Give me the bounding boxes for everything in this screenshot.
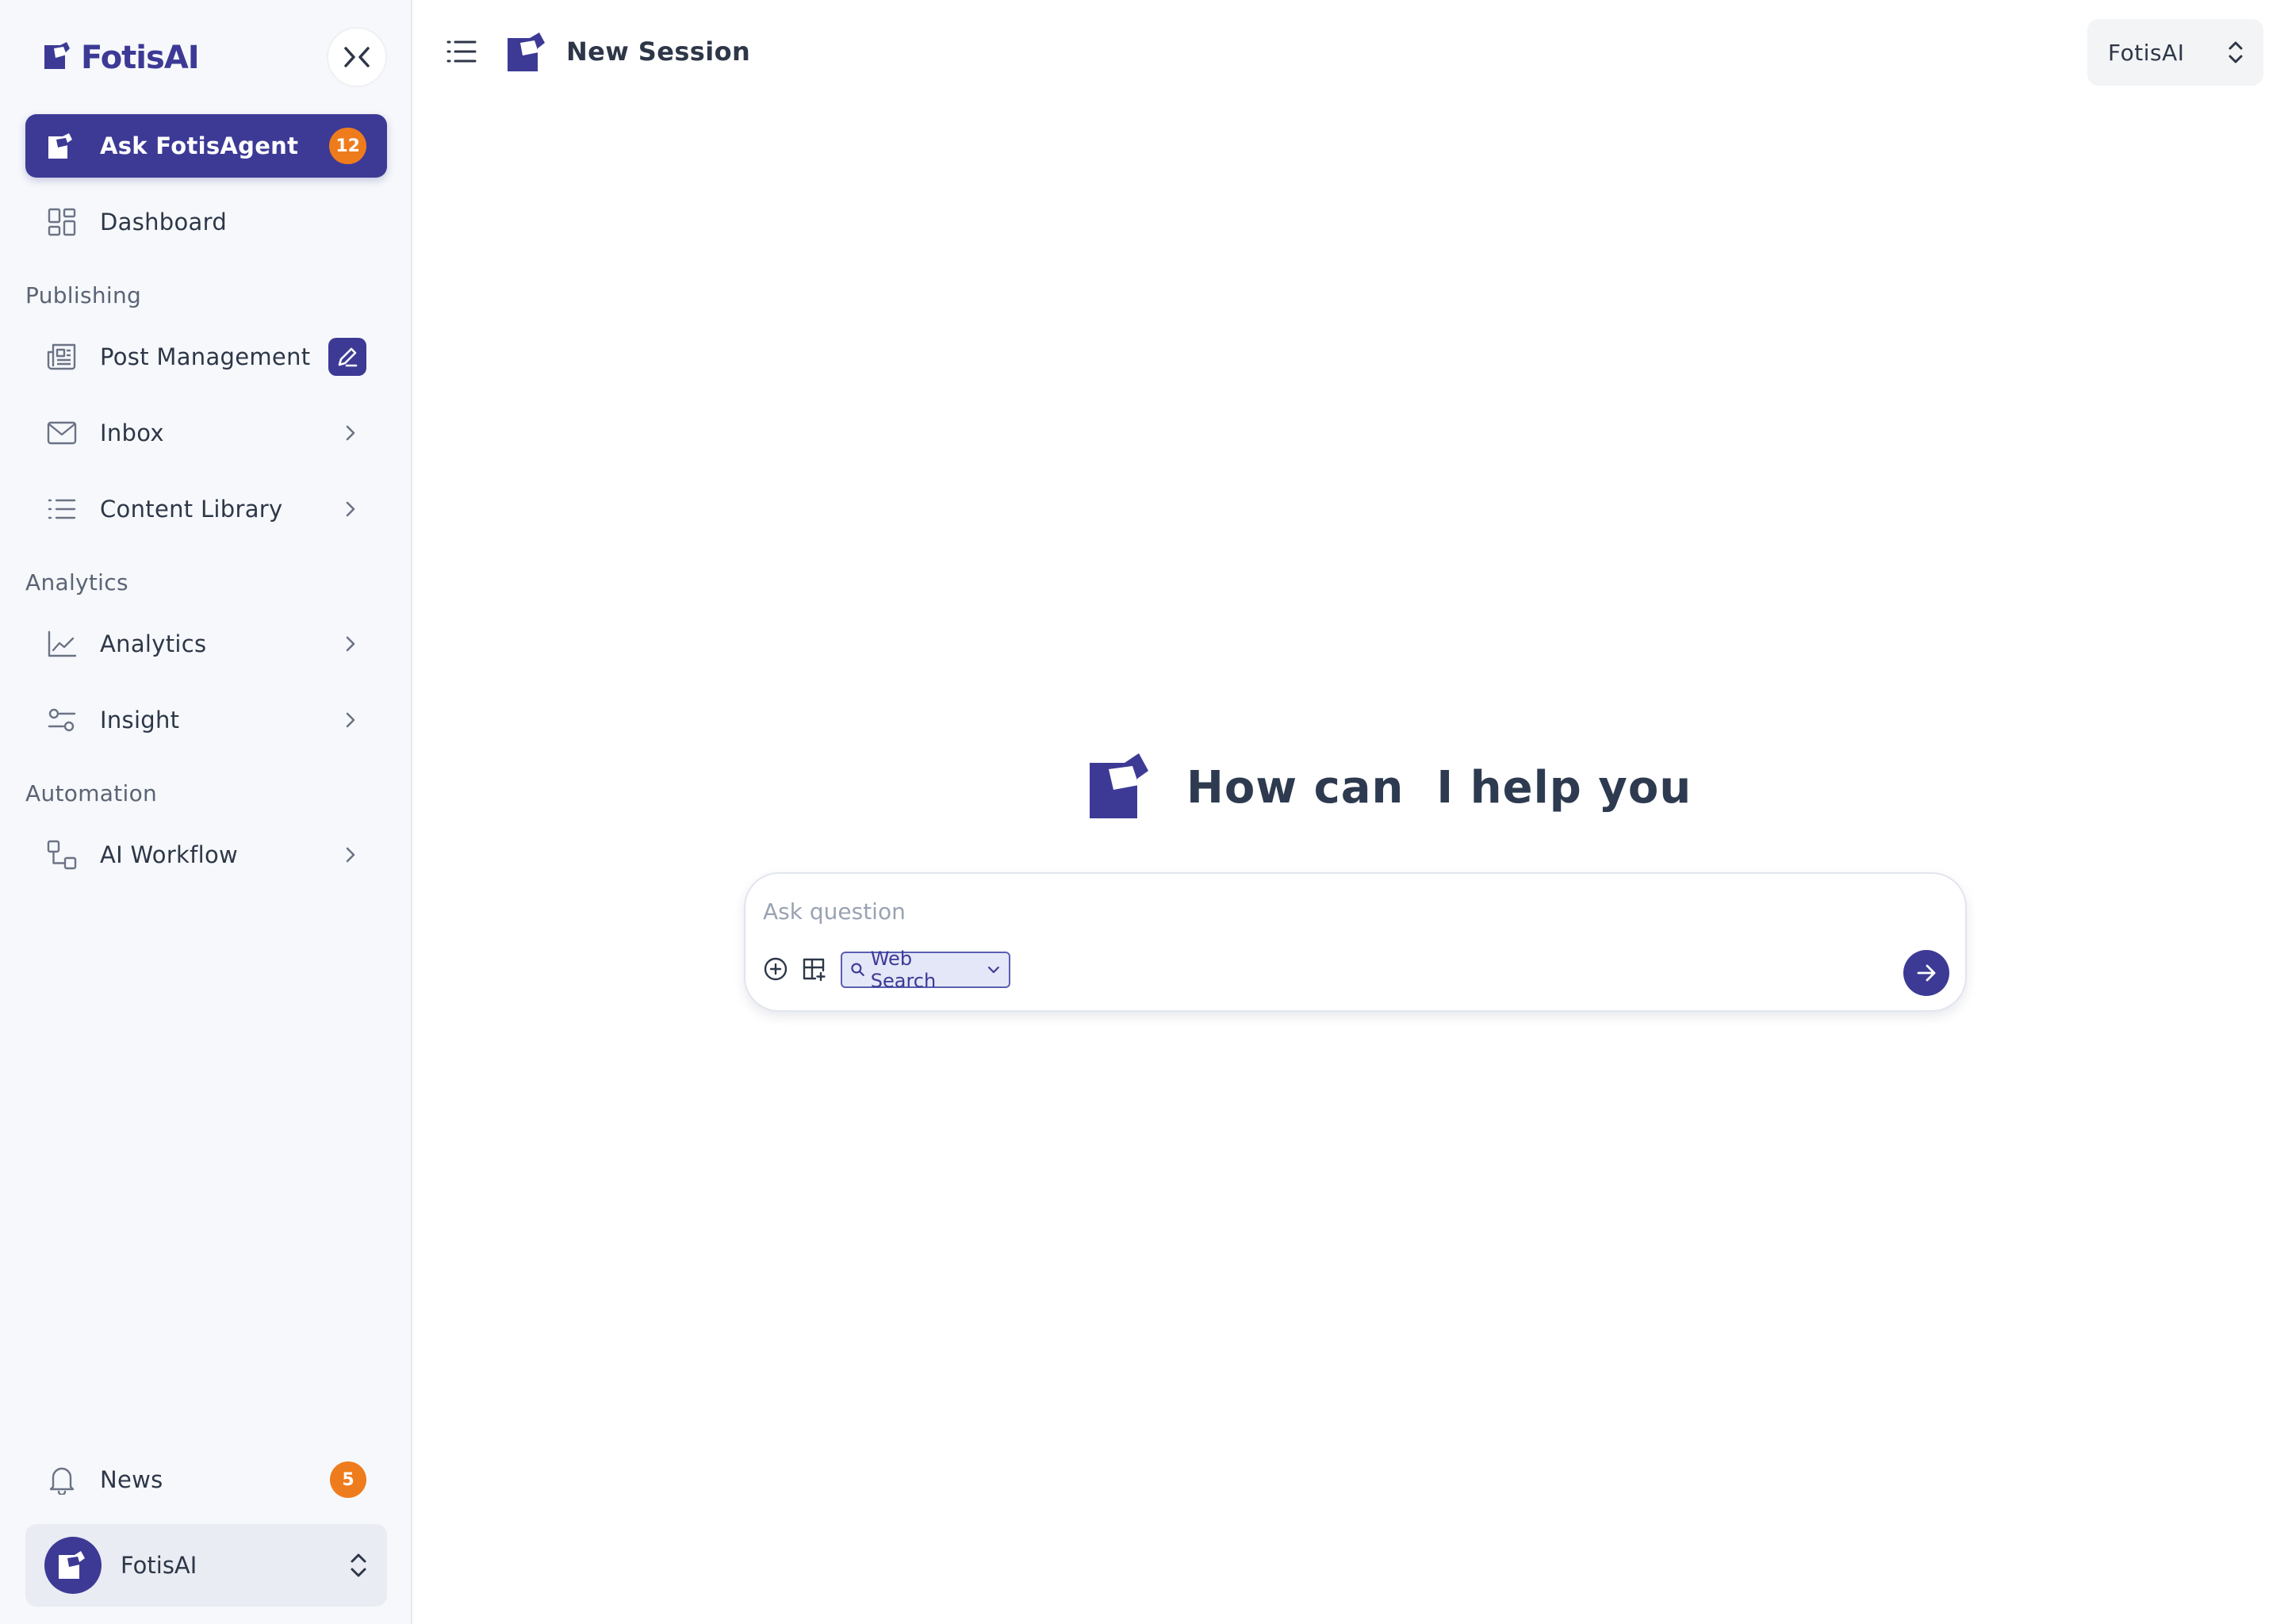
chevron-right-icon: [339, 709, 362, 731]
collapse-icon: [344, 47, 370, 67]
attach-button[interactable]: [761, 955, 790, 983]
section-analytics: Analytics: [25, 569, 128, 596]
logo-icon: [506, 30, 552, 78]
nav-label: News: [100, 1466, 163, 1493]
nav-inbox[interactable]: Inbox: [25, 401, 387, 465]
nav-insight[interactable]: Insight: [25, 688, 387, 752]
nav-label: AI Workflow: [100, 841, 239, 868]
section-automation: Automation: [25, 780, 158, 806]
arrow-right-icon: [1917, 964, 1936, 982]
workspace-selector[interactable]: FotisAI: [2087, 19, 2263, 86]
table-add-icon: [803, 958, 826, 982]
plus-circle-icon: [764, 957, 788, 981]
chat-composer: Web Search: [744, 872, 1967, 1012]
session-title: New Session: [566, 36, 751, 67]
question-input[interactable]: [763, 891, 1873, 931]
news-badge: 5: [330, 1461, 366, 1498]
new-post-button[interactable]: [328, 338, 366, 376]
chevron-right-icon: [339, 633, 362, 655]
add-block-button[interactable]: [799, 955, 828, 983]
nav-ask-fotisagent[interactable]: Ask FotisAgent 12: [25, 114, 387, 178]
chevron-updown-icon: [2228, 41, 2243, 63]
nav-label: Content Library: [100, 496, 283, 523]
avatar: [44, 1537, 102, 1594]
nav-label: Inbox: [100, 419, 164, 446]
nav-label: Dashboard: [100, 209, 228, 236]
list-icon: [446, 40, 477, 63]
app-root: FotisAI Ask FotisAgent 12 Dashboard Publ…: [0, 0, 2284, 1624]
notification-badge: 12: [329, 128, 366, 164]
nav-news[interactable]: News 5: [25, 1448, 387, 1511]
web-search-label: Web Search: [870, 948, 937, 992]
chevron-right-icon: [339, 844, 362, 866]
session-list-button[interactable]: [446, 38, 477, 67]
bell-icon: [46, 1464, 78, 1496]
logo-icon: [1086, 750, 1159, 825]
nav-dashboard[interactable]: Dashboard: [25, 190, 387, 254]
nav-label: Ask FotisAgent: [100, 132, 299, 159]
workspace-name: FotisAI: [2108, 39, 2185, 66]
brand[interactable]: FotisAI: [43, 40, 200, 76]
logo-icon: [43, 40, 76, 75]
sliders-icon: [46, 704, 78, 736]
account-switcher[interactable]: FotisAI: [25, 1524, 387, 1607]
brand-name: FotisAI: [81, 40, 200, 76]
edit-icon: [338, 347, 358, 367]
nav-content-library[interactable]: Content Library: [25, 477, 387, 541]
grid-icon: [46, 206, 78, 238]
send-button[interactable]: [1903, 950, 1949, 996]
newspaper-icon: [46, 341, 78, 373]
agent-icon: [46, 130, 78, 162]
nav-label: Insight: [100, 707, 180, 733]
hero: How can I help you: [1086, 750, 1692, 825]
hero-heading: How can I help you: [1186, 761, 1692, 814]
account-name: FotisAI: [121, 1552, 197, 1579]
nav-ai-workflow[interactable]: AI Workflow: [25, 823, 387, 887]
line-chart-icon: [46, 628, 78, 660]
section-publishing: Publishing: [25, 282, 142, 308]
collapse-sidebar-button[interactable]: [327, 27, 387, 87]
chevron-right-icon: [339, 422, 362, 444]
sidebar: FotisAI Ask FotisAgent 12 Dashboard Publ…: [0, 0, 412, 1624]
nav-label: Post Management: [100, 343, 311, 370]
mail-icon: [46, 417, 78, 449]
nav-post-management[interactable]: Post Management: [25, 325, 387, 389]
nav-label: Analytics: [100, 630, 207, 657]
list-icon: [46, 493, 78, 525]
web-search-dropdown[interactable]: Web Search: [841, 948, 1010, 992]
main-content: New Session FotisAI How can I help you A…: [412, 0, 2284, 1624]
chevron-down-icon: [988, 966, 1000, 974]
nav-analytics[interactable]: Analytics: [25, 612, 387, 676]
search-icon: [851, 963, 864, 976]
chevron-right-icon: [339, 498, 362, 520]
workflow-icon: [46, 839, 78, 871]
chevron-updown-icon: [351, 1553, 366, 1577]
